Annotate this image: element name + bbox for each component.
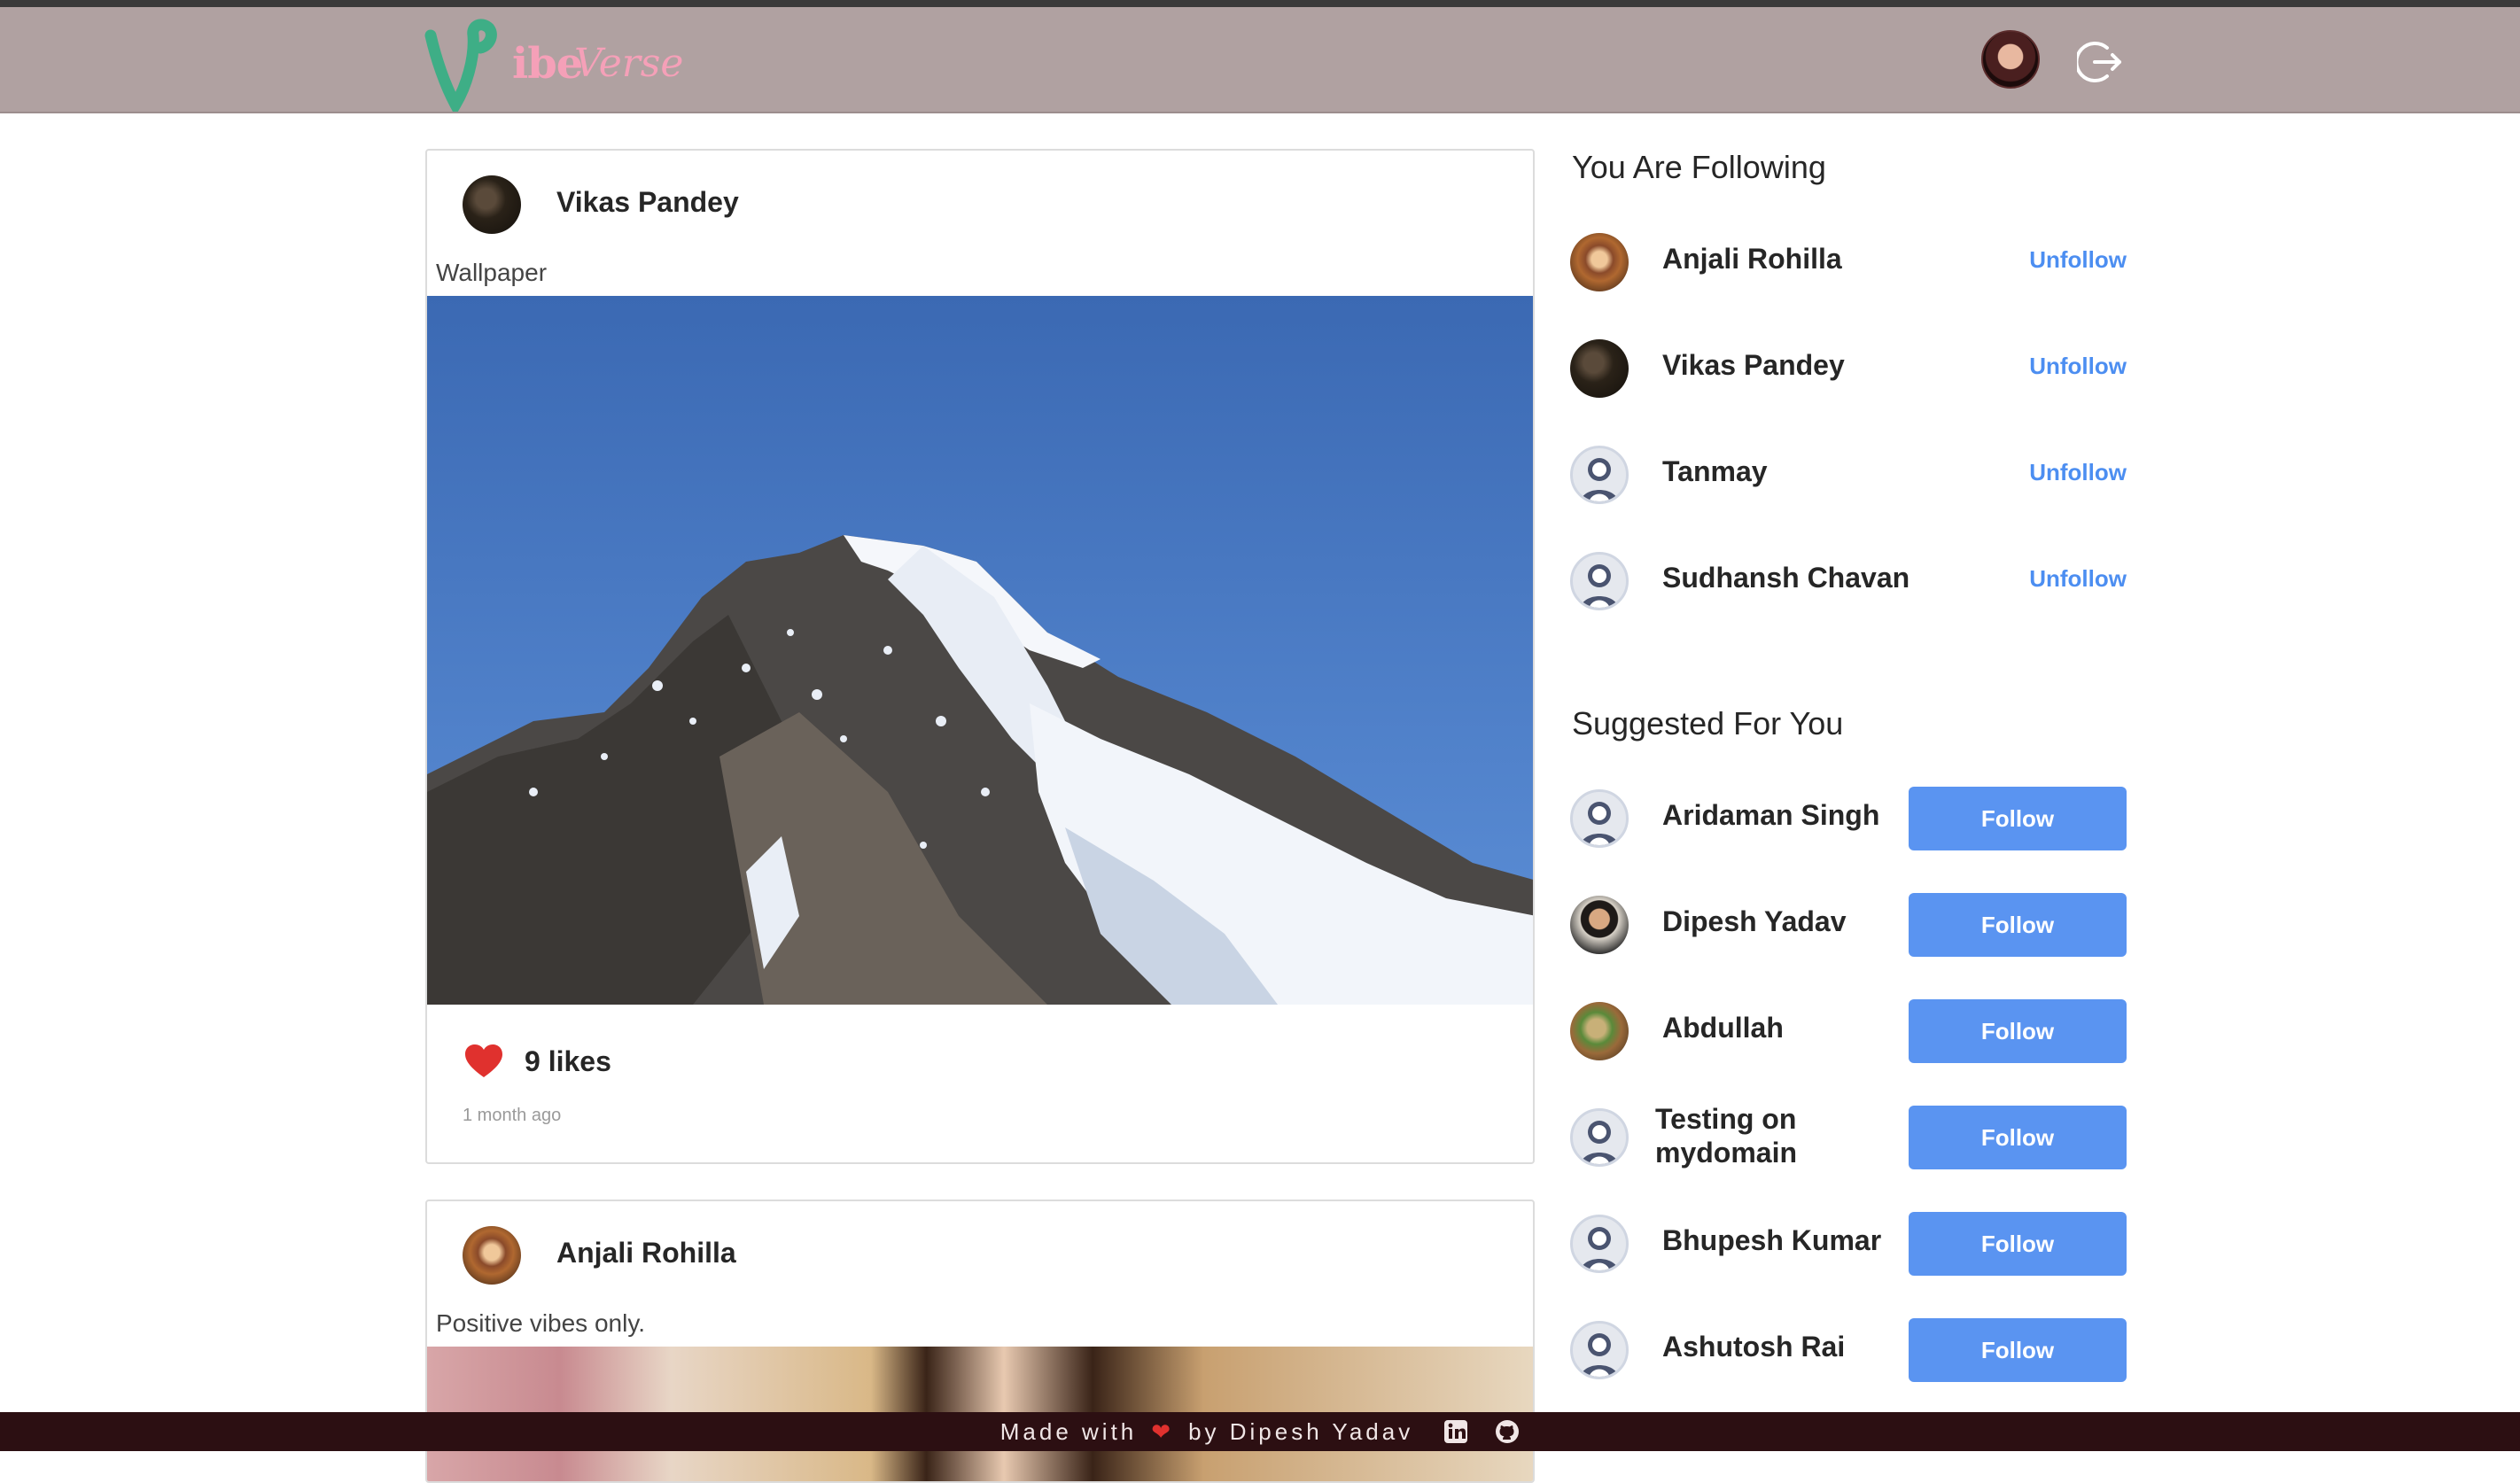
footer-credit: Made with ❤ by Dipesh Yadav — [1000, 1418, 1413, 1446]
post-author-name[interactable]: Anjali Rohilla — [556, 1237, 736, 1269]
default-avatar-icon[interactable] — [1570, 446, 1629, 504]
footer-author: by Dipesh Yadav — [1188, 1417, 1414, 1445]
default-avatar-icon[interactable] — [1570, 1108, 1629, 1167]
unfollow-button[interactable]: Unfollow — [2029, 353, 2127, 380]
following-item: Anjali Rohilla Unfollow — [1570, 230, 2128, 294]
linkedin-icon[interactable] — [1443, 1419, 1468, 1444]
user-avatar[interactable] — [1570, 233, 1629, 291]
unfollow-button[interactable]: Unfollow — [2029, 246, 2127, 274]
unfollow-button[interactable]: Unfollow — [2029, 459, 2127, 486]
post-card: Vikas Pandey Wallpaper 9 likes 1 month a… — [425, 149, 1535, 1164]
user-avatar[interactable] — [1570, 339, 1629, 398]
user-name[interactable]: Anjali Rohilla — [1662, 243, 1842, 276]
post-caption: Wallpaper — [436, 259, 548, 286]
navbar: ibe Verse — [0, 7, 2520, 113]
user-name[interactable]: Vikas Pandey — [1662, 349, 1845, 382]
default-avatar-icon[interactable] — [1570, 789, 1629, 848]
logo-text-part1: ibe — [512, 39, 583, 89]
heart-icon[interactable] — [464, 1044, 503, 1079]
following-item: Tanmay Unfollow — [1570, 443, 2128, 507]
follow-button[interactable]: Follow — [1909, 1106, 2127, 1169]
window-top-edge — [0, 0, 2520, 7]
follow-button[interactable]: Follow — [1909, 1318, 2127, 1382]
post-author-name[interactable]: Vikas Pandey — [556, 186, 739, 219]
suggested-item: Testing on mydomain Follow — [1570, 1103, 2128, 1169]
follow-button[interactable]: Follow — [1909, 1212, 2127, 1276]
user-name[interactable]: Testing on mydomain — [1655, 1102, 1868, 1169]
follow-button[interactable]: Follow — [1909, 787, 2127, 850]
suggested-item: Aridaman Singh Follow — [1570, 787, 2128, 850]
like-row: 9 likes — [464, 1040, 611, 1083]
following-item: Sudhansh Chavan Unfollow — [1570, 549, 2128, 613]
vibeverse-logo[interactable]: ibe Verse — [424, 14, 684, 112]
user-avatar[interactable] — [1570, 1002, 1629, 1060]
follow-button[interactable]: Follow — [1909, 893, 2127, 957]
user-name[interactable]: Aridaman Singh — [1662, 799, 1879, 832]
suggested-item: Ashutosh Rai Follow — [1570, 1318, 2128, 1382]
heart-icon: ❤ — [1151, 1417, 1175, 1445]
default-avatar-icon[interactable] — [1570, 1215, 1629, 1273]
following-item: Vikas Pandey Unfollow — [1570, 337, 2128, 400]
user-name[interactable]: Sudhansh Chavan — [1662, 562, 1909, 594]
user-name[interactable]: Tanmay — [1662, 455, 1768, 488]
github-icon[interactable] — [1495, 1419, 1520, 1444]
suggested-title: Suggested For You — [1572, 705, 1844, 742]
logo-text-part2: Verse — [574, 41, 684, 86]
suggested-item: Abdullah Follow — [1570, 999, 2128, 1063]
suggested-item: Dipesh Yadav Follow — [1570, 893, 2128, 957]
user-name[interactable]: Ashutosh Rai — [1662, 1331, 1845, 1363]
vibeverse-v-icon — [424, 19, 497, 112]
logout-icon[interactable] — [2077, 39, 2123, 85]
default-avatar-icon[interactable] — [1570, 1321, 1629, 1379]
post-timestamp: 1 month ago — [463, 1106, 562, 1125]
following-title: You Are Following — [1572, 149, 1826, 185]
user-name[interactable]: Bhupesh Kumar — [1662, 1224, 1881, 1257]
post-caption: Positive vibes only. — [436, 1309, 646, 1337]
post-author-avatar[interactable] — [463, 175, 521, 234]
user-avatar[interactable] — [1570, 896, 1629, 954]
footer: Made with ❤ by Dipesh Yadav — [0, 1412, 2520, 1451]
post-image-mountain[interactable] — [427, 296, 1533, 1005]
user-name[interactable]: Abdullah — [1662, 1012, 1784, 1044]
user-name[interactable]: Dipesh Yadav — [1662, 905, 1847, 938]
likes-count: 9 likes — [525, 1044, 611, 1077]
suggested-item: Bhupesh Kumar Follow — [1570, 1212, 2128, 1276]
default-avatar-icon[interactable] — [1570, 552, 1629, 610]
post-author-avatar[interactable] — [463, 1226, 521, 1285]
footer-made-with: Made with — [999, 1417, 1138, 1445]
unfollow-button[interactable]: Unfollow — [2029, 565, 2127, 593]
footer-social-links — [1443, 1419, 1520, 1444]
user-avatar[interactable] — [1981, 30, 2040, 89]
follow-button[interactable]: Follow — [1909, 999, 2127, 1063]
